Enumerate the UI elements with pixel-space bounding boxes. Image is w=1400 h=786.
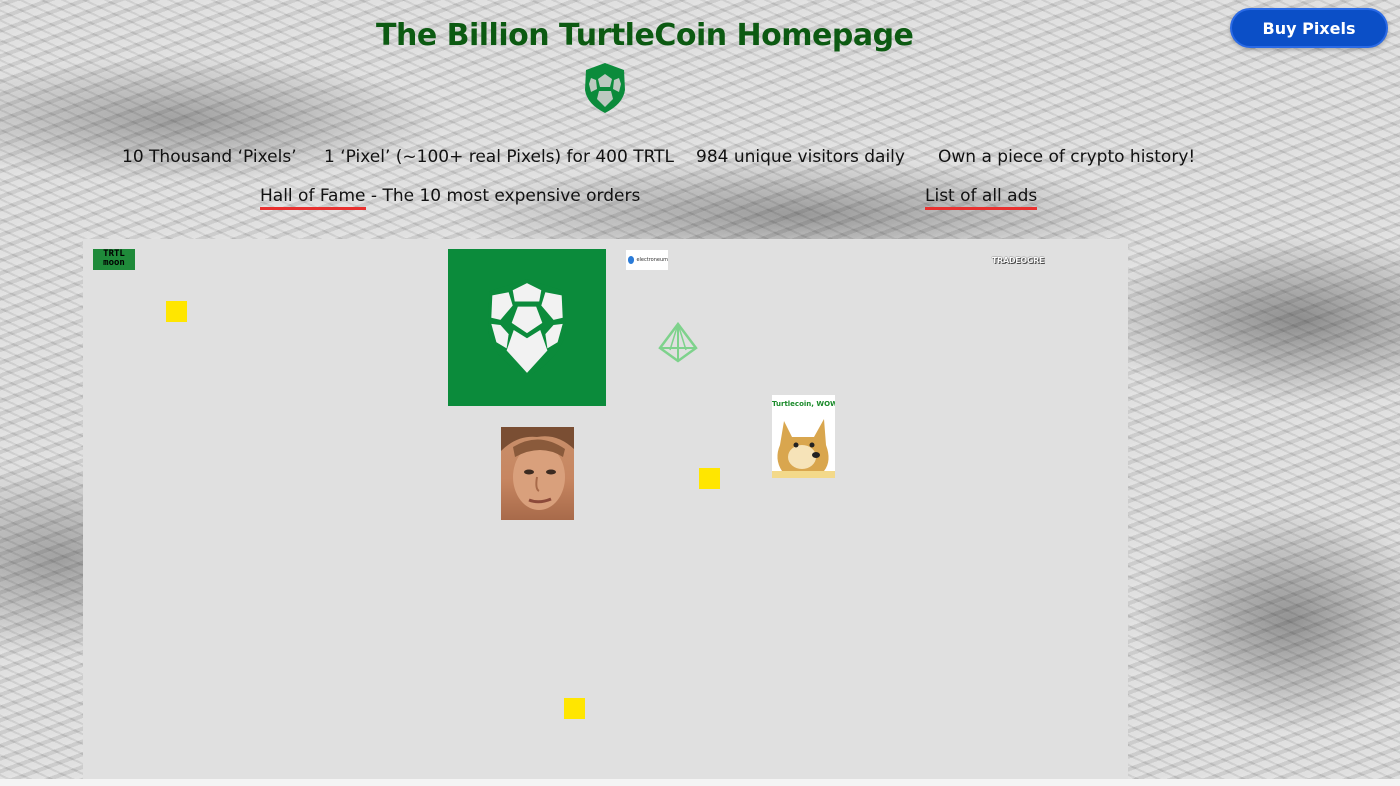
ad-doge-caption: Turtlecoin, WOW! (772, 400, 835, 408)
ad-trtl-moon-line2: moon (103, 258, 125, 268)
ad-tradeogre-label: TRADEOGRE (992, 256, 1045, 265)
ad-turtlecoin-logo[interactable] (448, 249, 606, 406)
doge-dog-icon (772, 419, 835, 478)
ad-doge[interactable]: Turtlecoin, WOW! (772, 395, 835, 478)
stat-pixel-price: 1 ‘Pixel’ (~100+ real Pixels) for 400 TR… (324, 147, 675, 167)
ad-yellow-pixel[interactable] (564, 698, 585, 719)
hall-of-fame-row: Hall of Fame - The 10 most expensive ord… (260, 186, 641, 210)
ad-yellow-pixel[interactable] (699, 468, 720, 489)
electroneum-logo-icon (628, 256, 635, 264)
ad-electroneum-label: electroneum (636, 257, 668, 263)
footer-strip (0, 779, 1400, 786)
ad-electroneum[interactable]: electroneum (626, 250, 668, 270)
ad-portrait-photo[interactable] (501, 427, 574, 520)
stat-visitors: 984 unique visitors daily (696, 147, 905, 167)
list-of-ads-row: List of all ads (925, 186, 1038, 210)
turtle-shell-logo-icon (585, 63, 625, 113)
list-of-ads-link[interactable]: List of all ads (925, 186, 1038, 210)
ad-green-pyramid-icon[interactable] (657, 322, 699, 364)
ad-trtl-moon[interactable]: TRTL moon (93, 249, 135, 270)
buy-pixels-button[interactable]: Buy Pixels (1230, 8, 1388, 48)
stat-pixel-count: 10 Thousand ‘Pixels’ (122, 147, 297, 167)
pixel-canvas[interactable]: TRTL moon electroneum TRADEOGRE Turtleco… (83, 239, 1128, 779)
ad-tradeogre[interactable]: TRADEOGRE (992, 256, 1046, 268)
turtle-shell-icon (488, 279, 566, 377)
ad-yellow-pixel[interactable] (166, 301, 187, 322)
hall-of-fame-link[interactable]: Hall of Fame (260, 186, 366, 210)
stat-tagline: Own a piece of crypto history! (938, 147, 1196, 167)
person-face-icon (501, 427, 574, 510)
page-title: The Billion TurtleCoin Homepage (376, 18, 914, 53)
hall-of-fame-description: - The 10 most expensive orders (365, 186, 641, 206)
